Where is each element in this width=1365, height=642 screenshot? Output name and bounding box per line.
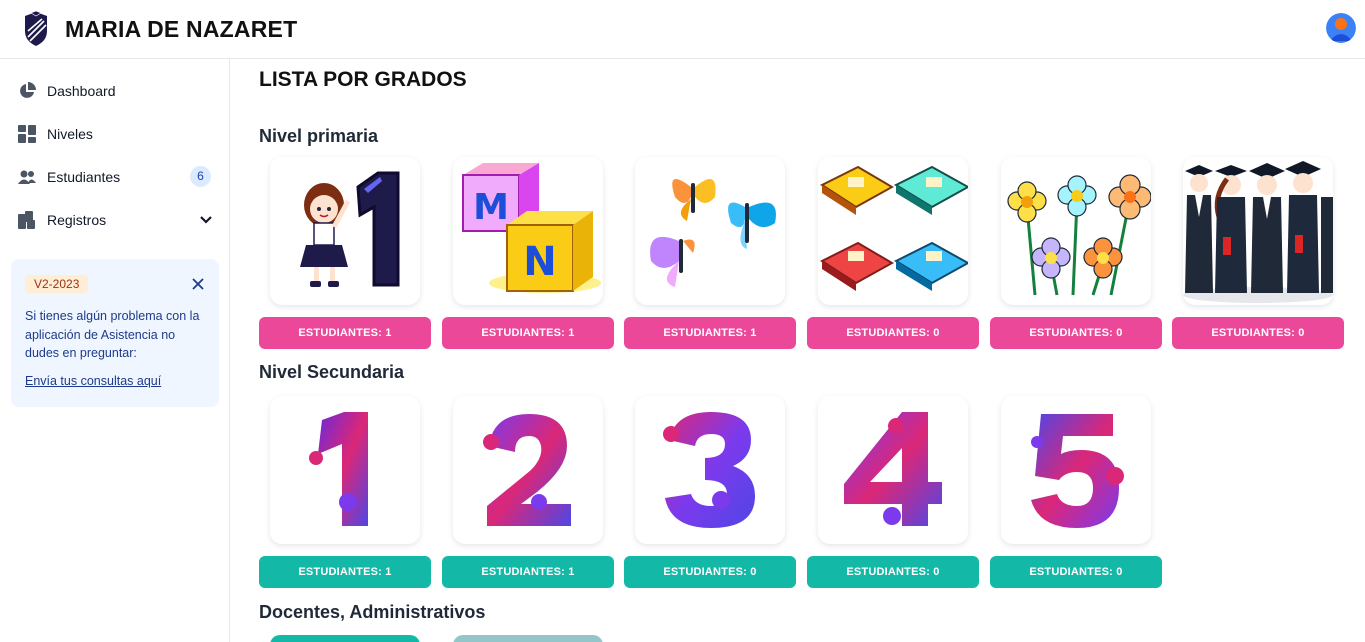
students-button[interactable]: ESTUDIANTES: 1 [259, 556, 431, 588]
students-button[interactable]: ESTUDIANTES: 1 [259, 317, 431, 349]
grade-image-5[interactable] [1001, 157, 1151, 305]
students-button[interactable]: ESTUDIANTES: 0 [807, 556, 979, 588]
grade-image-s3[interactable] [635, 396, 785, 544]
close-icon[interactable] [191, 277, 205, 291]
students-button[interactable]: ESTUDIANTES: 0 [1172, 317, 1344, 349]
school-crest-icon[interactable] [22, 11, 50, 47]
sidebar-item-label: Niveles [47, 126, 93, 142]
top-bar: MARIA DE NAZARET [0, 0, 1365, 59]
consultas-link[interactable]: Envía tus consultas aquí [25, 374, 161, 388]
graduates-icon [1183, 161, 1333, 303]
number-four-icon [844, 412, 942, 526]
section-title-primaria: Nivel primaria [259, 126, 379, 146]
grade-image-s4[interactable] [818, 396, 968, 544]
user-avatar-icon [1326, 13, 1356, 43]
sidebar-item-label: Estudiantes [47, 169, 121, 185]
chevron-down-icon[interactable] [199, 214, 213, 226]
main-content: LISTA POR GRADOS Nivel primaria ESTUDIAN… [230, 59, 1365, 642]
administrativos-card[interactable] [453, 635, 603, 642]
students-button[interactable]: ESTUDIANTES: 1 [442, 556, 614, 588]
students-button[interactable]: ESTUDIANTES: 1 [624, 317, 796, 349]
alert-message: Si tienes algún problema con la aplicaci… [25, 309, 200, 360]
number-one-icon [309, 412, 368, 526]
grade-image-s5[interactable] [1001, 396, 1151, 544]
students-button[interactable]: ESTUDIANTES: 0 [624, 556, 796, 588]
students-count-badge: 6 [190, 166, 211, 187]
grade-image-s1[interactable] [270, 396, 420, 544]
grade-image-2[interactable]: M N [453, 157, 603, 305]
students-button[interactable]: ESTUDIANTES: 0 [990, 317, 1162, 349]
user-avatar[interactable] [1326, 13, 1356, 43]
svg-text:N: N [523, 239, 556, 285]
users-icon [18, 170, 36, 184]
info-alert: V2-2023 Si tienes algún problema con la … [11, 259, 219, 407]
number-two-icon [483, 414, 571, 526]
sidebar-item-niveles[interactable]: Niveles [0, 114, 229, 154]
sidebar-item-dashboard[interactable]: Dashboard [0, 71, 229, 111]
grid-icon [18, 125, 36, 143]
documents-icon [18, 211, 35, 229]
page-title: LISTA POR GRADOS [259, 68, 467, 91]
grade-image-s2[interactable] [453, 396, 603, 544]
grade-image-4[interactable] [818, 157, 968, 305]
sidebar-item-registros[interactable]: Registros [0, 200, 229, 240]
number-three-icon [663, 412, 755, 528]
docentes-card[interactable] [270, 635, 420, 642]
students-button[interactable]: ESTUDIANTES: 0 [990, 556, 1162, 588]
app-title: MARIA DE NAZARET [65, 16, 298, 42]
sidebar: Dashboard Niveles Estudiantes 6 Registro… [0, 59, 230, 642]
girl-number-one-icon [300, 171, 400, 287]
letter-blocks-icon: M N [462, 163, 601, 293]
svg-text:M: M [473, 187, 509, 228]
students-button[interactable]: ESTUDIANTES: 0 [807, 317, 979, 349]
section-title-docentes: Docentes, Administrativos [259, 602, 486, 622]
grade-image-1[interactable] [270, 157, 420, 305]
version-badge: V2-2023 [25, 275, 89, 293]
number-five-icon [1031, 414, 1124, 528]
pie-chart-icon [20, 82, 36, 98]
sidebar-item-label: Dashboard [47, 83, 116, 99]
section-title-secundaria: Nivel Secundaria [259, 362, 405, 382]
sidebar-item-label: Registros [47, 212, 107, 228]
butterflies-icon [650, 179, 776, 287]
grade-image-3[interactable] [635, 157, 785, 305]
flowers-icon [1007, 174, 1151, 296]
students-button[interactable]: ESTUDIANTES: 1 [442, 317, 614, 349]
grade-image-6[interactable] [1183, 157, 1333, 305]
books-icon [819, 165, 968, 291]
